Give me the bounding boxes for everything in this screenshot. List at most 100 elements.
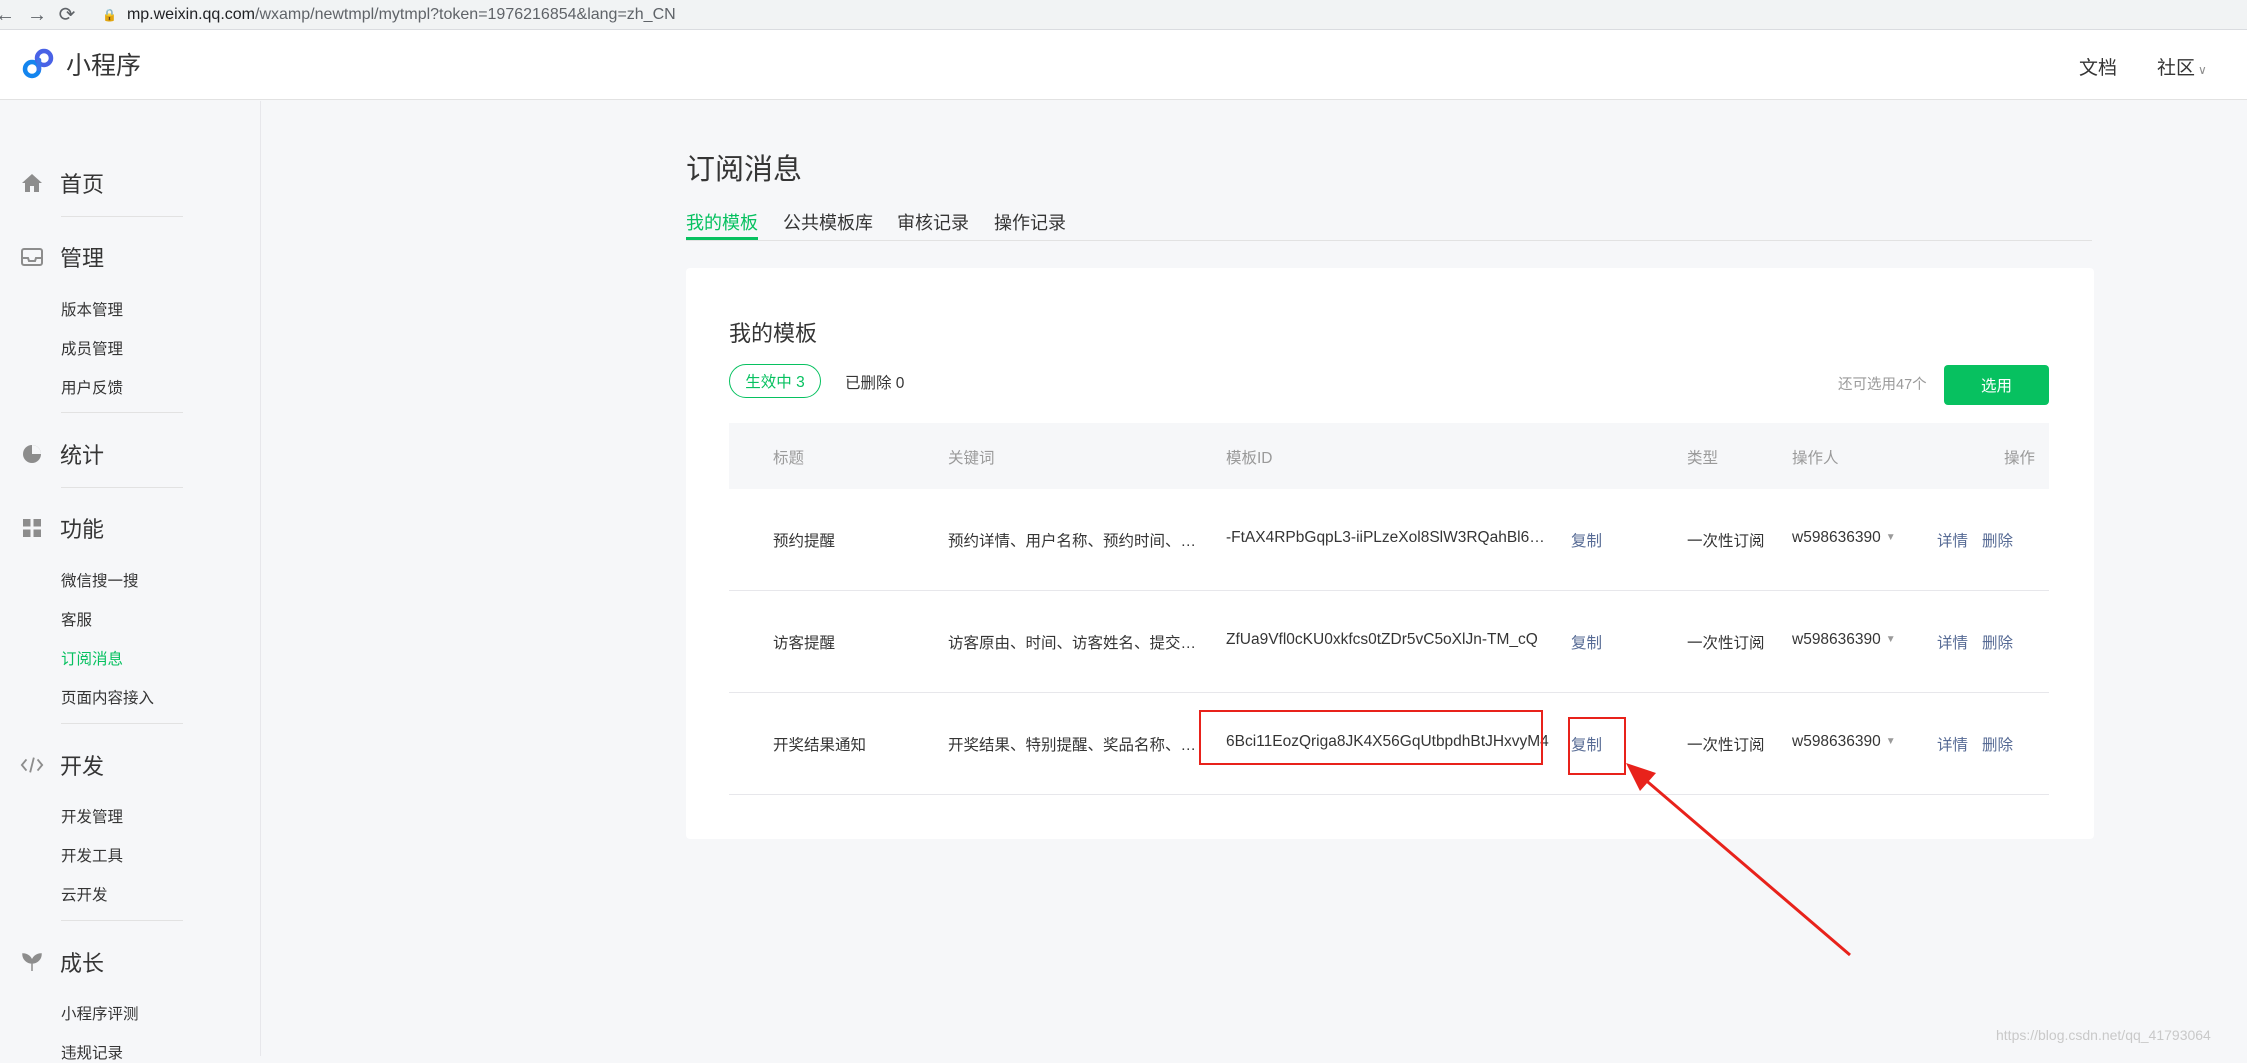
sidebar-item-dev-tools[interactable]: 开发工具: [61, 844, 123, 866]
operator-select[interactable]: w598636390 ▼: [1792, 733, 1896, 751]
sidebar-features-label: 功能: [60, 517, 105, 542]
filter-active[interactable]: 生效中 3: [729, 364, 821, 398]
detail-link[interactable]: 详情: [1937, 733, 1968, 755]
caret-down-icon: ▼: [1885, 532, 1896, 543]
copy-link[interactable]: 复制: [1571, 529, 1602, 551]
back-icon[interactable]: ←: [0, 0, 18, 30]
sidebar-manage-label: 管理: [60, 246, 105, 271]
column-header-keywords: 关键词: [948, 450, 995, 467]
row-keywords: 开奖结果、特别提醒、奖品名称、领奖方式: [948, 737, 1210, 754]
detail-link[interactable]: 详情: [1937, 631, 1968, 653]
row-type: 一次性订阅: [1687, 737, 1765, 754]
watermark: https://blog.csdn.net/qq_41793064: [1996, 1027, 2211, 1043]
sidebar-item-home[interactable]: 首页: [20, 167, 104, 199]
lock-icon: 🔒: [102, 7, 117, 22]
chevron-down-icon: ∨: [2198, 63, 2207, 77]
sidebar-dev-label: 开发: [60, 754, 105, 779]
highlight-template-id-box: [1199, 710, 1543, 765]
caret-down-icon: ▼: [1885, 736, 1896, 747]
community-menu[interactable]: 社区 ∨: [2157, 53, 2207, 80]
annotation-arrow-icon: [1626, 763, 1851, 957]
logo[interactable]: 小程序: [20, 46, 141, 82]
sidebar-item-subscribe-message[interactable]: 订阅消息: [61, 647, 123, 669]
sidebar: 首页 管理 版本管理 成员管理 用户反馈 统计 功能 微信搜一搜 客服 订阅消息…: [0, 101, 261, 1062]
row-operator: w598636390: [1792, 733, 1881, 750]
table-header: 标题 关键词 模板ID 类型 操作人 操作: [729, 423, 2049, 489]
highlight-copy-box: [1568, 717, 1626, 775]
column-header-type: 类型: [1687, 450, 1719, 467]
community-label: 社区: [2157, 58, 2196, 79]
home-icon: [20, 171, 44, 195]
page-title: 订阅消息: [686, 154, 803, 186]
grid-icon: [20, 516, 44, 540]
sidebar-stats-label: 统计: [60, 443, 105, 468]
row-template-id: -FtAX4RPbGqpL3-iiPLzeXol8SlW3RQahBl6ZQ1: [1226, 529, 1551, 546]
sidebar-growth-label: 成长: [60, 951, 105, 976]
url-text[interactable]: mp.weixin.qq.com/wxamp/newtmpl/mytmpl?to…: [127, 6, 676, 24]
row-type: 一次性订阅: [1687, 635, 1765, 652]
caret-down-icon: ▼: [1885, 634, 1896, 645]
logo-text: 小程序: [66, 52, 142, 80]
row-keywords: 访客原由、时间、访客姓名、提交时间: [948, 635, 1210, 652]
divider: [61, 920, 183, 921]
sidebar-item-evaluation[interactable]: 小程序评测: [61, 1002, 139, 1024]
divider: [61, 487, 183, 488]
sprout-icon: [20, 950, 44, 974]
detail-link[interactable]: 详情: [1937, 529, 1968, 551]
sidebar-item-page-content[interactable]: 页面内容接入: [61, 686, 154, 708]
filter-deleted[interactable]: 已删除 0: [845, 371, 904, 393]
row-keywords: 预约详情、用户名称、预约时间、预约地点: [948, 533, 1210, 550]
row-type: 一次性订阅: [1687, 533, 1765, 550]
select-template-button[interactable]: 选用: [1944, 365, 2049, 405]
sidebar-item-cloud-dev[interactable]: 云开发: [61, 883, 108, 905]
sidebar-item-members[interactable]: 成员管理: [61, 337, 123, 359]
remaining-count: 还可选用47个: [1838, 377, 1927, 393]
sidebar-item-feedback[interactable]: 用户反馈: [61, 376, 123, 398]
inbox-icon: [20, 245, 44, 269]
delete-link[interactable]: 删除: [1982, 631, 2013, 653]
sidebar-section-growth[interactable]: 成长: [20, 946, 104, 978]
card-title: 我的模板: [729, 321, 818, 346]
delete-link[interactable]: 删除: [1982, 733, 2013, 755]
tab-review-records[interactable]: 审核记录: [897, 209, 969, 235]
column-header-template-id: 模板ID: [1226, 450, 1273, 467]
column-header-operator: 操作人: [1792, 450, 1839, 467]
docs-link[interactable]: 文档: [2079, 53, 2117, 80]
sidebar-item-customer-service[interactable]: 客服: [61, 608, 92, 630]
divider: [61, 723, 183, 724]
sidebar-home-label: 首页: [60, 172, 105, 197]
row-operator: w598636390: [1792, 529, 1881, 546]
sidebar-item-wechat-search[interactable]: 微信搜一搜: [61, 569, 139, 591]
copy-link[interactable]: 复制: [1571, 631, 1602, 653]
sidebar-item-stats[interactable]: 统计: [20, 438, 104, 470]
sidebar-section-dev[interactable]: 开发: [20, 749, 104, 781]
sidebar-section-features[interactable]: 功能: [20, 512, 104, 544]
forward-icon[interactable]: →: [24, 0, 50, 30]
delete-link[interactable]: 删除: [1982, 529, 2013, 551]
column-header-title: 标题: [773, 450, 805, 467]
active-tab-indicator: [686, 237, 758, 240]
operator-select[interactable]: w598636390 ▼: [1792, 529, 1896, 547]
operator-select[interactable]: w598636390 ▼: [1792, 631, 1896, 649]
top-header: 小程序 文档 社区 ∨: [0, 30, 2247, 100]
divider: [61, 412, 183, 413]
pie-chart-icon: [20, 442, 44, 466]
browser-address-bar: ← → ⟳ 🔒 mp.weixin.qq.com/wxamp/newtmpl/m…: [0, 0, 2247, 30]
sidebar-item-version[interactable]: 版本管理: [61, 298, 123, 320]
row-title: 预约提醒: [773, 533, 836, 550]
sidebar-section-manage[interactable]: 管理: [20, 241, 104, 273]
sidebar-item-dev-manage[interactable]: 开发管理: [61, 805, 123, 827]
row-operator: w598636390: [1792, 631, 1881, 648]
row-title: 开奖结果通知: [773, 737, 867, 754]
row-template-id: ZfUa9Vfl0cKU0xkfcs0tZDr5vC5oXlJn-TM_cQ: [1226, 631, 1538, 648]
table-row: 预约提醒 预约详情、用户名称、预约时间、预约地点 -FtAX4RPbGqpL3-…: [729, 489, 2049, 591]
sidebar-item-violations[interactable]: 违规记录: [61, 1041, 123, 1063]
row-title: 访客提醒: [773, 635, 836, 652]
tab-public-library[interactable]: 公共模板库: [783, 209, 873, 235]
divider: [61, 216, 183, 217]
reload-icon[interactable]: ⟳: [54, 0, 80, 30]
tab-my-templates[interactable]: 我的模板: [686, 209, 758, 235]
tab-operation-records[interactable]: 操作记录: [994, 209, 1066, 235]
table-row: 访客提醒 访客原由、时间、访客姓名、提交时间 ZfUa9Vfl0cKU0xkfc…: [729, 591, 2049, 693]
column-header-actions: 操作: [2004, 450, 2036, 467]
